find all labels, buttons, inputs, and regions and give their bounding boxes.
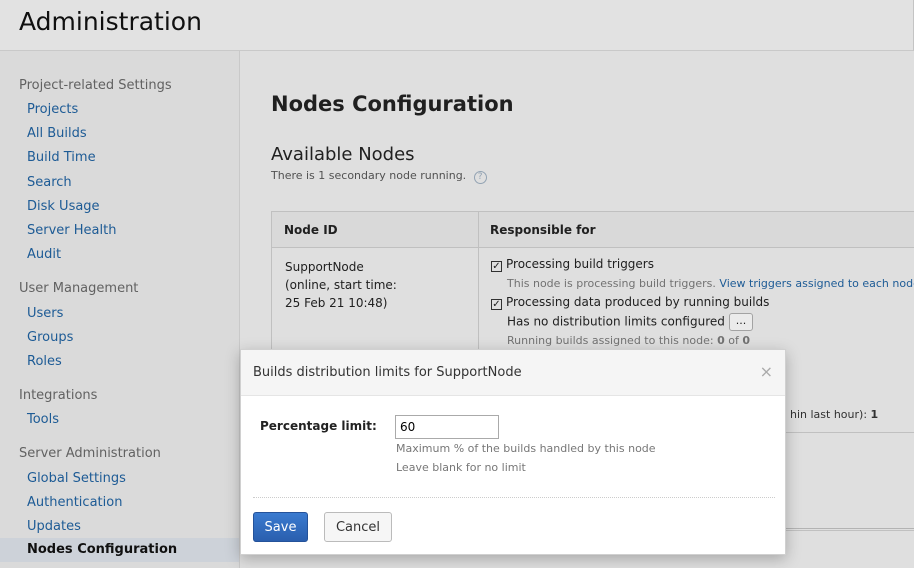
limit-hint: Maximum % of the builds handled by this …: [396, 442, 656, 455]
cancel-button[interactable]: Cancel: [324, 512, 392, 542]
percentage-limit-label: Percentage limit:: [260, 419, 377, 433]
distribution-limits-dialog: Builds distribution limits for SupportNo…: [240, 349, 786, 555]
percentage-limit-input[interactable]: [395, 415, 499, 439]
close-icon[interactable]: ×: [760, 362, 773, 381]
save-button[interactable]: Save: [253, 512, 308, 542]
dialog-title: Builds distribution limits for SupportNo…: [253, 365, 522, 380]
blank-hint: Leave blank for no limit: [396, 461, 526, 474]
